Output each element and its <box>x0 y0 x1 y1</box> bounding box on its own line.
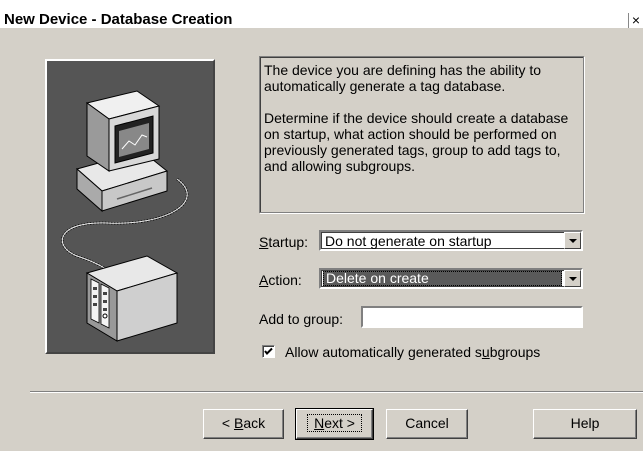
title-bar: New Device - Database Creation × <box>0 0 643 28</box>
description-paragraph-2: Determine if the device should create a … <box>264 110 569 174</box>
chevron-down-icon[interactable] <box>564 270 581 287</box>
back-button[interactable]: < Back <box>203 409 284 439</box>
action-label: Action: <box>259 272 302 288</box>
computer-device-illustration <box>61 90 189 342</box>
footer-separator <box>30 391 643 393</box>
allow-subgroups-label[interactable]: Allow automatically generated subgroups <box>285 344 540 360</box>
action-value: Delete on create <box>323 271 562 286</box>
add-to-group-label: Add to group: <box>259 311 344 327</box>
description-paragraph-1: The device you are defining has the abil… <box>264 62 542 94</box>
check-icon <box>264 347 273 355</box>
help-button[interactable]: Help <box>533 409 637 439</box>
startup-label: Startup: <box>259 234 309 250</box>
window-title: New Device - Database Creation <box>4 11 233 28</box>
cancel-button[interactable]: Cancel <box>386 409 468 439</box>
startup-select[interactable]: Do not generate on startup <box>319 230 583 251</box>
description-box: The device you are defining has the abil… <box>259 56 584 213</box>
action-select[interactable]: Delete on create <box>319 268 583 289</box>
add-to-group-input[interactable] <box>361 306 583 328</box>
close-icon: × <box>631 12 641 28</box>
startup-value: Do not generate on startup <box>325 233 492 249</box>
next-button[interactable]: Next > <box>295 408 374 440</box>
illustration-panel <box>45 59 215 354</box>
close-button[interactable]: × <box>628 13 643 28</box>
allow-subgroups-checkbox[interactable] <box>262 345 275 358</box>
chevron-down-icon[interactable] <box>564 232 581 249</box>
